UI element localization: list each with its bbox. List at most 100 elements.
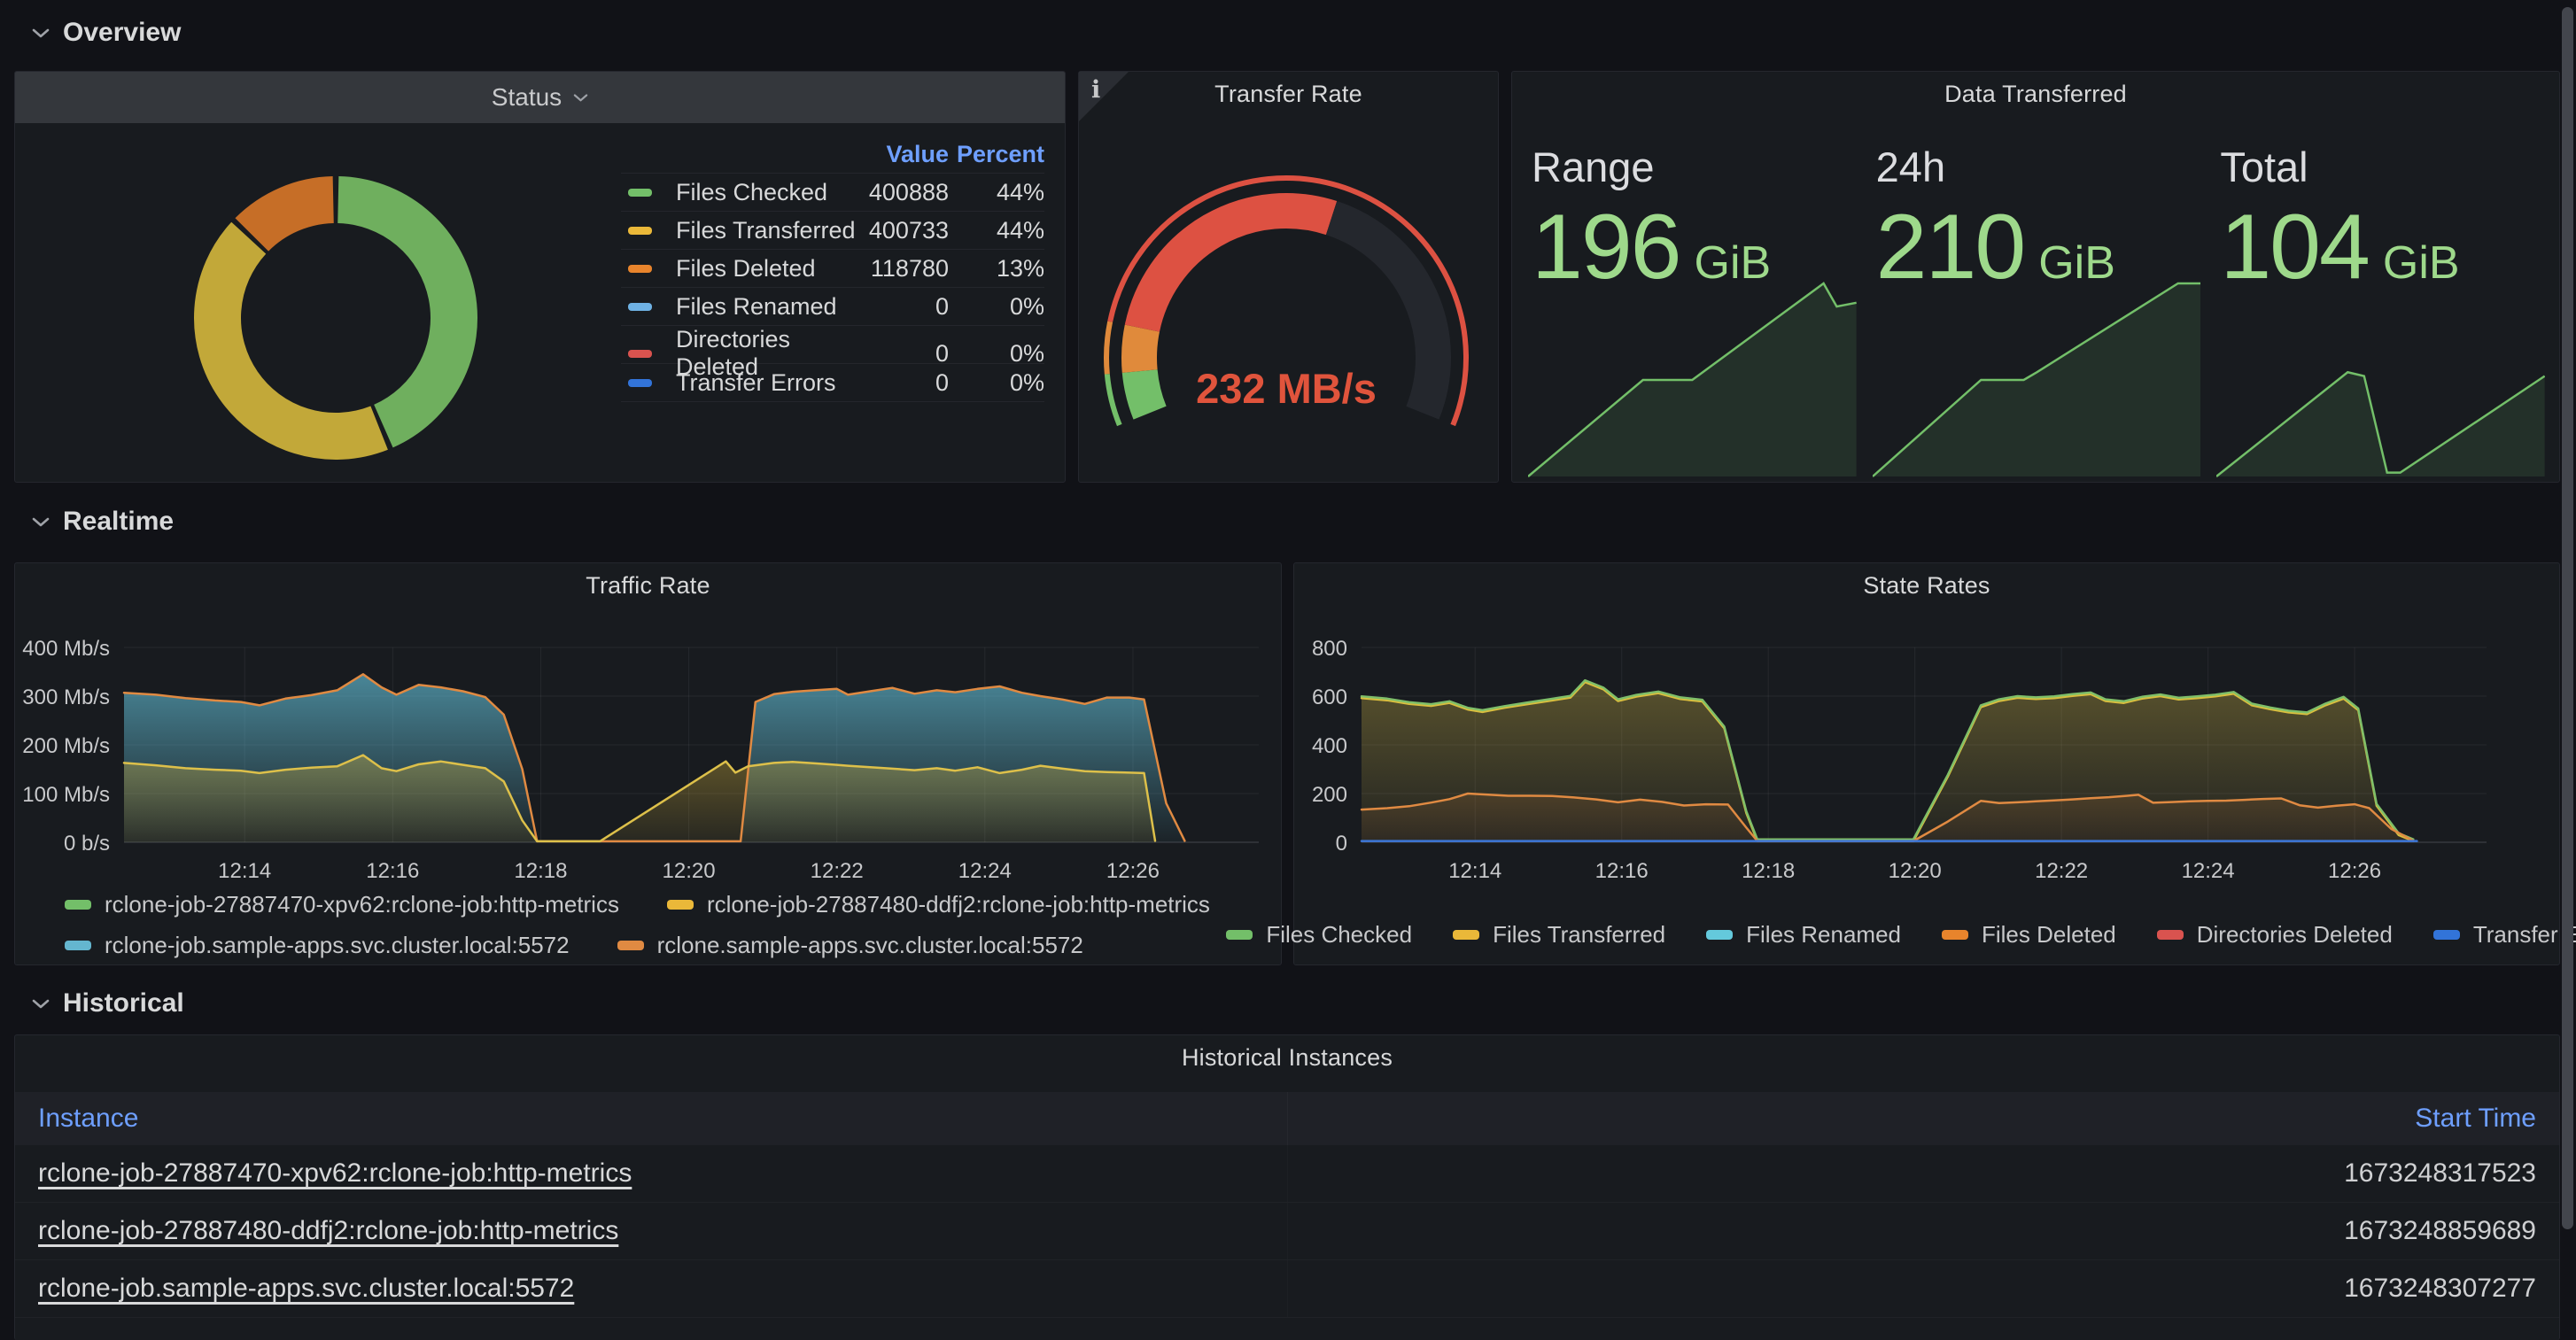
legend-swatch: [667, 900, 694, 910]
legend-label[interactable]: Files Checked: [676, 179, 856, 206]
stat-range: Range196GiB: [1528, 143, 1857, 478]
table-row: rclone-job.sample-apps.svc.cluster.local…: [15, 1260, 2559, 1318]
chevron-down-icon: [32, 27, 50, 38]
transfer-rate-gauge[interactable]: 232 MB/s: [1095, 159, 1478, 451]
data-transferred-panel: Data Transferred Range196GiB24h210GiBTot…: [1511, 71, 2560, 483]
status-donut-chart[interactable]: [192, 174, 479, 461]
status-legend-row: Files Checked40088844%: [621, 174, 1044, 212]
legend-label: Files Deleted: [1982, 921, 2116, 949]
legend-label[interactable]: Files Renamed: [676, 293, 856, 321]
legend-swatch: [1706, 930, 1733, 940]
state-legend: Files CheckedFiles TransferredFiles Rena…: [1294, 921, 2559, 949]
legend-value: 0: [856, 369, 949, 397]
stats-row: Range196GiB24h210GiBTotal104GiB: [1528, 143, 2545, 478]
state-rates-chart[interactable]: 800600400200012:1412:1612:1812:2012:2212…: [1294, 563, 2559, 964]
legend-item[interactable]: rclone-job-27887480-ddfj2:rclone-job:htt…: [667, 891, 1210, 918]
chevron-down-icon: [32, 516, 50, 527]
instance-link[interactable]: rclone-job.sample-apps.svc.cluster.local…: [38, 1274, 574, 1303]
legend-label: Directories Deleted: [2197, 921, 2393, 949]
legend-row: rclone-job.sample-apps.svc.cluster.local…: [65, 932, 1210, 959]
stat-sparkline: [1873, 280, 2201, 478]
legend-item[interactable]: Transfer Errors: [2433, 921, 2576, 949]
panel-title: Transfer Rate: [1079, 81, 1498, 108]
status-legend-row: Files Renamed00%: [621, 288, 1044, 326]
legend-label: rclone-job.sample-apps.svc.cluster.local…: [105, 932, 570, 959]
legend-percent: 13%: [949, 255, 1044, 283]
svg-text:12:20: 12:20: [1889, 859, 1942, 883]
stat-total: Total104GiB: [2216, 143, 2545, 478]
svg-text:0: 0: [1336, 832, 1347, 856]
svg-text:12:16: 12:16: [1595, 859, 1649, 883]
stat-24h: 24h210GiB: [1873, 143, 2201, 478]
legend-item[interactable]: Files Checked: [1226, 921, 1412, 949]
table-header-row: Instance Start Time: [15, 1092, 2559, 1145]
legend-label[interactable]: Transfer Errors: [676, 369, 856, 397]
stat-label: 24h: [1876, 143, 1945, 191]
svg-text:12:20: 12:20: [663, 859, 716, 883]
legend-label[interactable]: Files Deleted: [676, 255, 856, 283]
legend-swatch: [617, 941, 644, 950]
legend-header-percent: Percent: [949, 141, 1044, 168]
svg-text:600: 600: [1312, 685, 1347, 709]
status-panel: Status ValuePercentFiles Checked40088844…: [14, 71, 1066, 483]
legend-swatch: [1226, 930, 1253, 940]
legend-label: rclone-job-27887470-xpv62:rclone-job:htt…: [105, 891, 619, 918]
instance-link[interactable]: rclone-job-27887470-xpv62:rclone-job:htt…: [38, 1158, 632, 1188]
chevron-down-icon: [32, 998, 50, 1009]
legend-item[interactable]: Files Transferred: [1453, 921, 1665, 949]
status-legend-row: Transfer Errors00%: [621, 364, 1044, 402]
instance-cell: rclone-job-27887480-ddfj2:rclone-job:htt…: [15, 1216, 1287, 1246]
legend-item[interactable]: rclone.sample-apps.svc.cluster.local:557…: [617, 932, 1083, 959]
legend-label: Files Transferred: [1493, 921, 1665, 949]
svg-text:100 Mb/s: 100 Mb/s: [22, 783, 110, 807]
page-scrollbar-thumb[interactable]: [2562, 7, 2573, 1229]
legend-value: 118780: [856, 255, 949, 283]
column-header-start-time[interactable]: Start Time: [1287, 1092, 2559, 1145]
legend-swatch: [628, 265, 652, 273]
section-header-historical[interactable]: Historical: [32, 988, 184, 1019]
legend-value: 0: [856, 340, 949, 368]
section-title: Overview: [63, 18, 181, 48]
legend-percent: 44%: [949, 217, 1044, 244]
legend-item[interactable]: Files Deleted: [1942, 921, 2116, 949]
stat-sparkline: [2216, 280, 2545, 478]
legend-swatch: [2433, 930, 2460, 940]
legend-percent: 0%: [949, 369, 1044, 397]
legend-label: Transfer Errors: [2473, 921, 2576, 949]
legend-swatch: [628, 350, 652, 358]
svg-text:12:18: 12:18: [1742, 859, 1795, 883]
svg-text:12:24: 12:24: [958, 859, 1012, 883]
svg-text:12:24: 12:24: [2182, 859, 2235, 883]
legend-row: rclone-job-27887470-xpv62:rclone-job:htt…: [65, 891, 1210, 918]
svg-text:12:16: 12:16: [366, 859, 419, 883]
legend-item[interactable]: Directories Deleted: [2157, 921, 2393, 949]
legend-label: Files Checked: [1266, 921, 1412, 949]
section-header-realtime[interactable]: Realtime: [32, 507, 174, 537]
legend-swatch: [1942, 930, 1968, 940]
svg-text:200 Mb/s: 200 Mb/s: [22, 734, 110, 758]
stat-label: Range: [1532, 143, 1655, 191]
legend-swatch: [628, 189, 652, 197]
column-header-instance[interactable]: Instance: [15, 1104, 1287, 1134]
instance-link[interactable]: rclone-job-27887480-ddfj2:rclone-job:htt…: [38, 1216, 618, 1245]
legend-header-row: ValuePercent: [621, 136, 1044, 174]
legend-item[interactable]: rclone-job.sample-apps.svc.cluster.local…: [65, 932, 570, 959]
section-title: Historical: [63, 988, 184, 1019]
legend-item[interactable]: Files Renamed: [1706, 921, 1901, 949]
panel-title: Status: [492, 83, 562, 112]
svg-text:12:22: 12:22: [811, 859, 864, 883]
status-panel-title-menu[interactable]: Status: [15, 72, 1065, 123]
legend-percent: 0%: [949, 340, 1044, 368]
legend-label[interactable]: Files Transferred: [676, 217, 856, 244]
svg-text:400 Mb/s: 400 Mb/s: [22, 637, 110, 661]
legend-item[interactable]: rclone-job-27887470-xpv62:rclone-job:htt…: [65, 891, 619, 918]
svg-text:0 b/s: 0 b/s: [64, 832, 110, 856]
legend-value: 400888: [856, 179, 949, 206]
section-header-overview[interactable]: Overview: [32, 18, 181, 48]
svg-text:12:26: 12:26: [2328, 859, 2381, 883]
traffic-rate-panel: Traffic Rate 400 Mb/s300 Mb/s200 Mb/s100…: [14, 562, 1282, 965]
legend-value: 400733: [856, 217, 949, 244]
section-title: Realtime: [63, 507, 174, 537]
svg-text:300 Mb/s: 300 Mb/s: [22, 685, 110, 709]
svg-text:12:26: 12:26: [1106, 859, 1160, 883]
